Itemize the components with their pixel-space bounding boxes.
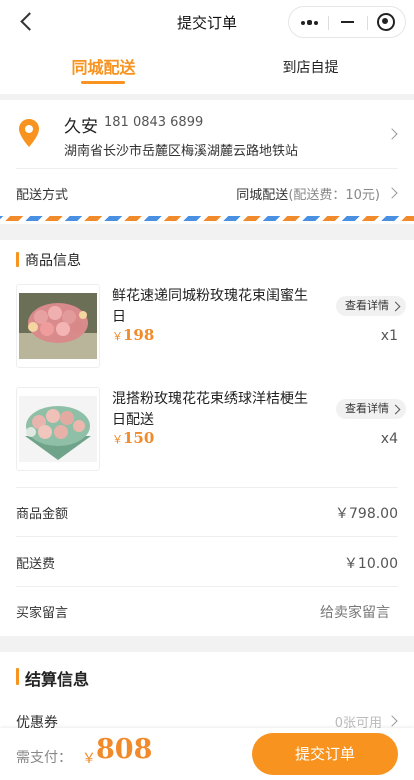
shipping-method-name: 同城配送 <box>236 188 289 203</box>
submit-order-button[interactable]: 提交订单 <box>252 733 398 775</box>
section-title-goods: 商品信息 <box>16 250 81 270</box>
tab-same-city-delivery[interactable]: 同城配送 <box>0 44 207 94</box>
divider <box>16 586 398 587</box>
product-price: ￥150 <box>112 429 154 447</box>
product-title[interactable]: 混搭粉玫瑰花花束绣球洋桔梗生日配送 <box>112 389 312 431</box>
airmail-stripe <box>0 216 414 221</box>
shipping-fee-text: (配送费：10元) <box>288 188 380 203</box>
goods-amount-value: ￥798.00 <box>335 506 398 522</box>
goods-card: 商品信息 鲜花速递同城粉玫瑰花束闺蜜生日 ￥198 查看详情 x1 混搭粉玫瑰花… <box>0 240 414 636</box>
delivery-tabs: 同城配送 到店自提 <box>0 44 414 94</box>
product-quantity: x1 <box>380 328 398 344</box>
tab-store-pickup[interactable]: 到店自提 <box>207 44 414 94</box>
recipient-name: 久安 <box>64 117 98 137</box>
close-target-icon[interactable] <box>367 7 406 37</box>
address-card[interactable]: 久安 181 0843 6899 湖南省长沙市岳麓区梅溪湖麓云路地铁站 配送方式… <box>0 100 414 224</box>
divider <box>16 487 398 488</box>
product-image[interactable] <box>16 387 100 471</box>
mini-program-capsule <box>288 6 406 38</box>
buyer-message-label: 买家留言 <box>16 606 69 621</box>
product-quantity: x4 <box>380 431 398 447</box>
bottom-payment-bar: 需支付： ￥ 808 提交订单 <box>0 728 414 780</box>
product-image[interactable] <box>16 284 100 368</box>
goods-amount-label: 商品金额 <box>16 507 69 522</box>
more-dots-icon[interactable] <box>289 7 328 37</box>
delivery-fee-value: ￥10.00 <box>343 556 398 572</box>
section-title-settlement: 结算信息 <box>16 666 89 690</box>
minimize-icon[interactable] <box>328 7 367 37</box>
product-price: ￥198 <box>112 326 154 344</box>
price-value: 198 <box>123 326 155 344</box>
price-value: 150 <box>123 429 155 447</box>
product-title[interactable]: 鲜花速递同城粉玫瑰花束闺蜜生日 <box>112 286 312 328</box>
location-pin-icon <box>19 119 39 147</box>
view-details-button[interactable]: 查看详情 <box>336 399 406 419</box>
delivery-fee-label: 配送费 <box>16 557 56 572</box>
shipping-method-label: 配送方式 <box>16 188 69 203</box>
buyer-message-input[interactable]: 给卖家留言 <box>320 602 390 622</box>
price-currency: ￥ <box>112 330 123 343</box>
pay-amount: 808 <box>96 734 153 765</box>
recipient-phone: 181 0843 6899 <box>104 115 204 130</box>
price-currency: ￥ <box>112 433 123 446</box>
pay-label: 需支付： <box>16 750 72 766</box>
bouquet-image <box>19 396 97 462</box>
shipping-method-value[interactable]: 同城配送(配送费：10元) <box>236 184 380 203</box>
pay-currency: ￥ <box>82 751 96 767</box>
chevron-right-icon <box>386 187 398 199</box>
bouquet-image <box>19 293 97 359</box>
chevron-right-icon <box>386 715 398 727</box>
top-nav-bar: 提交订单 <box>0 0 414 44</box>
recipient-address: 湖南省长沙市岳麓区梅溪湖麓云路地铁站 <box>64 144 299 159</box>
chevron-right-icon <box>386 128 398 140</box>
divider <box>16 168 398 169</box>
divider <box>16 536 398 537</box>
view-details-button[interactable]: 查看详情 <box>336 296 406 316</box>
